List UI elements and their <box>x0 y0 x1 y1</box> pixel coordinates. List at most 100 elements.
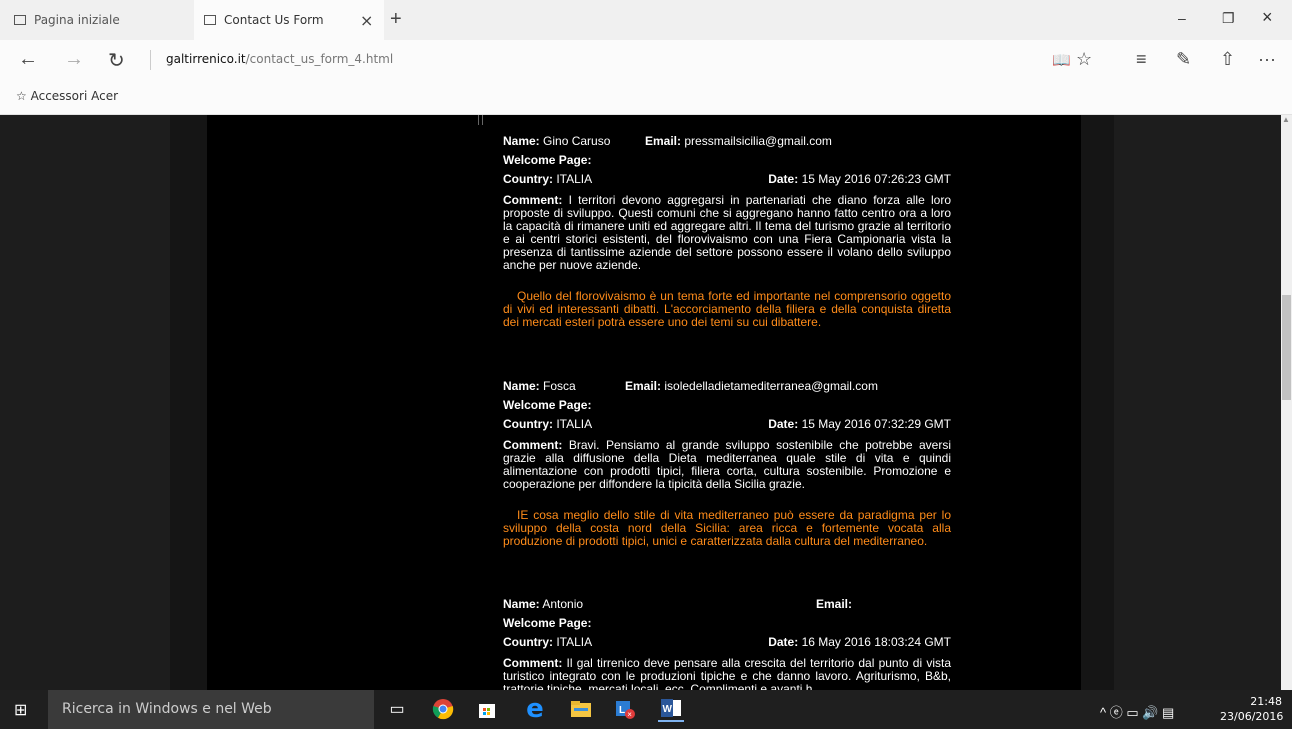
favorite-star-icon[interactable]: ☆ <box>1076 49 1092 70</box>
entry-country-row: Country: ITALIA Date: 16 May 2016 18:03:… <box>503 636 951 655</box>
name-label: Name: <box>503 134 540 148</box>
favorite-label: Accessori Acer <box>30 89 119 103</box>
tab-page-icon <box>204 15 216 25</box>
lync-icon[interactable]: L × <box>612 696 638 722</box>
entry-comment-text: I territori devono aggregarsi in partena… <box>503 193 952 272</box>
welcome-label: Welcome Page: <box>503 153 592 167</box>
store-icon[interactable] <box>474 696 500 722</box>
entry-reply: IE cosa meglio dello stile di vita medit… <box>503 508 951 548</box>
comment-label: Comment: <box>503 438 563 452</box>
taskbar: ⊞ Ricerca in Windows e nel Web ▭ e L × W … <box>0 690 1292 729</box>
favorite-item-accessori-acer[interactable]: ☆ Accessori Acer <box>16 89 118 103</box>
search-placeholder: Ricerca in Windows e nel Web <box>62 701 272 717</box>
entry-name: Antonio <box>542 597 584 611</box>
entry-date: Date: 15 May 2016 07:26:23 GMT <box>768 173 951 186</box>
entry-reply: Quello del florovivaismo è un tema forte… <box>503 289 951 329</box>
entry-date-value: 15 May 2016 07:26:23 GMT <box>801 172 951 186</box>
entry-country-row: Country: ITALIA Date: 15 May 2016 07:26:… <box>503 173 951 192</box>
file-explorer-icon[interactable] <box>568 696 594 722</box>
entry-date: Date: 16 May 2016 18:03:24 GMT <box>768 636 951 649</box>
email-label: Email: <box>816 597 853 611</box>
welcome-label: Welcome Page: <box>503 398 592 412</box>
entry-welcome-row: Welcome Page: <box>503 617 951 636</box>
entry-name-row: Name: Fosca Email: isoledelladietamedite… <box>503 380 951 399</box>
guestbook-entry: Name: Gino Caruso Email: pressmailsicili… <box>503 135 951 329</box>
new-tab-button[interactable]: + <box>390 8 402 31</box>
web-note-icon[interactable]: ✎ <box>1176 49 1191 70</box>
comment-label: Comment: <box>503 193 563 207</box>
date-label: Date: <box>768 417 799 431</box>
country-label: Country: <box>503 172 553 186</box>
email-label: Email: <box>625 379 662 393</box>
entry-country: ITALIA <box>556 635 593 649</box>
address-bar: ← → ↻ galtirrenico.it/contact_us_form_4.… <box>0 40 1292 80</box>
entry-date-value: 15 May 2016 07:32:29 GMT <box>801 417 951 431</box>
back-icon[interactable]: ← <box>18 48 38 71</box>
entry-country: ITALIA <box>556 172 593 186</box>
system-tray[interactable]: ^ ⓔ ▭ 🔊 ▤ <box>1100 702 1174 721</box>
restore-button[interactable]: ❐ <box>1222 10 1235 27</box>
comment-label: Comment: <box>503 656 563 670</box>
refresh-icon[interactable]: ↻ <box>108 48 125 73</box>
name-label: Name: <box>503 597 540 611</box>
guestbook-entry: Name: Fosca Email: isoledelladietamedite… <box>503 380 951 548</box>
windows-start-icon[interactable]: ⊞ <box>14 700 27 720</box>
email-label: Email: <box>645 134 682 148</box>
url-field[interactable]: galtirrenico.it/contact_us_form_4.html <box>166 52 393 66</box>
close-window-button[interactable]: × <box>1262 7 1273 28</box>
tab-bar: Pagina iniziale Contact Us Form × + – ❐ … <box>0 0 1292 40</box>
word-icon[interactable]: W <box>658 696 684 722</box>
taskbar-search-box[interactable]: Ricerca in Windows e nel Web <box>48 690 374 729</box>
taskbar-clock[interactable]: 21:48 23/06/2016 <box>1220 694 1284 724</box>
star-icon: ☆ <box>16 89 27 103</box>
share-icon[interactable]: ⇧ <box>1220 49 1235 70</box>
entry-comment: Comment: I territori devono aggregarsi i… <box>503 194 951 272</box>
clock-date: 23/06/2016 <box>1220 710 1284 723</box>
date-label: Date: <box>768 172 799 186</box>
entry-name: Fosca <box>543 379 576 393</box>
tab-contact-us-form[interactable]: Contact Us Form × <box>194 0 384 40</box>
left-shadow <box>170 115 207 690</box>
vertical-scrollbar[interactable]: ▲ <box>1281 115 1292 690</box>
edge-icon[interactable]: e <box>522 694 548 724</box>
name-label: Name: <box>503 379 540 393</box>
entry-email: Email: isoledelladietamediterranea@gmail… <box>625 380 878 393</box>
forward-icon[interactable]: → <box>64 48 84 71</box>
entry-comment-text: Il gal tirrenico deve pensare alla cresc… <box>503 656 951 691</box>
left-margin <box>0 115 170 690</box>
chrome-icon[interactable] <box>430 696 456 722</box>
divider-line <box>482 115 483 125</box>
entry-name-row: Name: Gino Caruso Email: pressmailsicili… <box>503 135 951 154</box>
tab-pagina-iniziale[interactable]: Pagina iniziale <box>14 0 194 40</box>
entry-country: ITALIA <box>556 417 593 431</box>
right-shadow <box>1081 115 1114 690</box>
favorites-bar: ☆ Accessori Acer <box>0 80 1292 115</box>
url-path: /contact_us_form_4.html <box>245 52 394 66</box>
date-label: Date: <box>768 635 799 649</box>
scrollbar-thumb[interactable] <box>1282 295 1291 400</box>
right-margin <box>1114 115 1281 690</box>
welcome-label: Welcome Page: <box>503 616 592 630</box>
hub-icon[interactable]: ≡ <box>1136 49 1147 70</box>
entry-name-row: Name: Antonio Email: <box>503 598 951 617</box>
more-icon[interactable]: ··· <box>1258 49 1276 70</box>
guestbook-entry: Name: Antonio Email: Welcome Page: Count… <box>503 598 951 691</box>
reading-view-icon[interactable]: 📖 <box>1052 51 1071 69</box>
entry-date-value: 16 May 2016 18:03:24 GMT <box>801 635 951 649</box>
svg-text:W: W <box>663 704 673 715</box>
scroll-up-icon[interactable]: ▲ <box>1282 115 1290 124</box>
divider-line <box>478 115 479 125</box>
entry-email: Email: <box>816 598 852 611</box>
address-divider <box>150 50 151 70</box>
tab-label: Pagina iniziale <box>34 13 120 27</box>
task-view-icon[interactable]: ▭ <box>384 696 410 722</box>
minimize-button[interactable]: – <box>1178 10 1186 26</box>
entry-welcome-row: Welcome Page: <box>503 154 951 173</box>
entry-comment-text: Bravi. Pensiamo al grande sviluppo soste… <box>503 438 951 491</box>
country-label: Country: <box>503 417 553 431</box>
close-tab-icon[interactable]: × <box>360 11 373 30</box>
tab-page-icon <box>14 15 26 25</box>
entry-welcome-row: Welcome Page: <box>503 399 951 418</box>
entry-name: Gino Caruso <box>543 134 611 148</box>
svg-text:×: × <box>627 710 632 719</box>
